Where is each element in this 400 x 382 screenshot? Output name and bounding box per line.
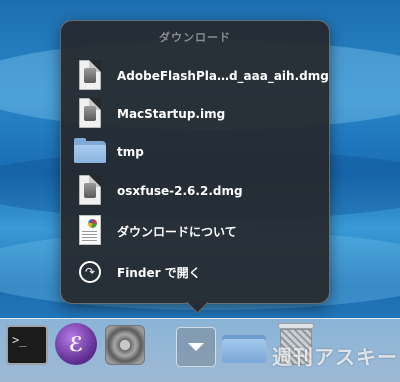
gear-icon[interactable] xyxy=(105,325,145,365)
disk-image-icon xyxy=(73,174,107,208)
terminal-icon[interactable]: >_ xyxy=(6,325,48,365)
disk-image-icon xyxy=(73,97,107,131)
dock: >_ ℰ 週刊アスキー xyxy=(0,318,400,382)
stack-item-label: AdobeFlashPla…d_aaa_aih.dmg xyxy=(117,69,329,83)
folder-icon xyxy=(73,135,107,169)
disk-image-icon xyxy=(73,59,107,93)
emacs-glyph: ℰ xyxy=(68,332,84,356)
stack-item-label: MacStartup.img xyxy=(117,107,226,121)
stack-item-label: tmp xyxy=(117,145,144,159)
stack-item-label: ダウンロードについて xyxy=(117,224,237,239)
stack-title: ダウンロード xyxy=(159,31,231,44)
folder-icon[interactable] xyxy=(222,331,266,363)
terminal-prompt: >_ xyxy=(12,333,27,347)
emacs-icon[interactable]: ℰ xyxy=(55,323,97,365)
stack-item-osxfuse-dmg[interactable]: osxfuse-2.6.2.dmg xyxy=(73,174,323,208)
downloads-stack-popup: ダウンロード AdobeFlashPla…d_aaa_aih.dmg MacSt… xyxy=(60,20,330,304)
watermark: 週刊アスキー xyxy=(272,345,398,369)
stack-item-about-downloads[interactable]: ダウンロードについて xyxy=(73,214,323,248)
downloads-stack-button[interactable] xyxy=(176,327,216,367)
stack-item-tmp-folder[interactable]: tmp xyxy=(73,135,323,169)
open-in-finder-button[interactable]: ↷ Finder で開く xyxy=(73,255,323,289)
chevron-down-icon xyxy=(188,343,204,351)
stack-item-label: osxfuse-2.6.2.dmg xyxy=(117,184,243,198)
open-arrow-icon: ↷ xyxy=(79,261,101,283)
stack-item-macstartup-img[interactable]: MacStartup.img xyxy=(73,97,323,131)
stack-pointer xyxy=(186,302,208,313)
open-in-finder-label: Finder で開く xyxy=(117,265,201,280)
stack-item-flash-dmg[interactable]: AdobeFlashPla…d_aaa_aih.dmg xyxy=(73,59,329,93)
document-icon xyxy=(73,214,107,248)
